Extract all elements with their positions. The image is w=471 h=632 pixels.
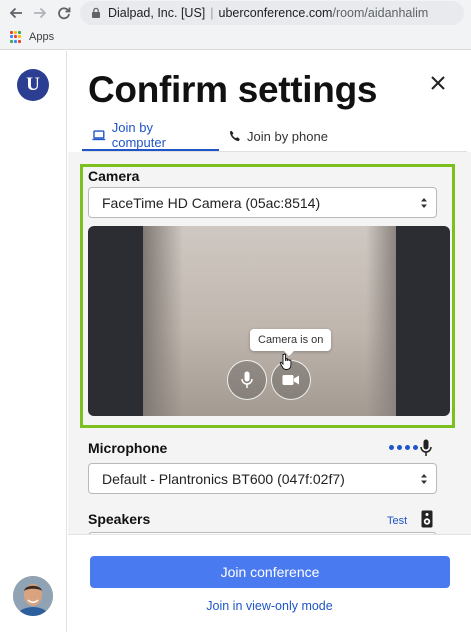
page-title: Confirm settings [88, 69, 378, 110]
apps-grid-icon [10, 31, 22, 43]
camera-section: Camera FaceTime HD Camera (05ac:8514) Ca… [80, 164, 455, 428]
url-separator: | [210, 6, 214, 20]
microphone-icon [420, 439, 432, 456]
camera-select[interactable]: FaceTime HD Camera (05ac:8514) [88, 187, 437, 218]
speakers-label: Speakers [88, 511, 151, 527]
view-only-link[interactable]: Join in view-only mode [68, 599, 471, 613]
tab-label: Join by phone [247, 128, 328, 144]
close-button[interactable] [426, 71, 450, 95]
hand-cursor-icon [279, 353, 292, 370]
mic-level-indicator [389, 445, 418, 450]
mute-microphone-button[interactable] [227, 360, 267, 400]
site-identity: Dialpad, Inc. [US] [108, 6, 206, 20]
camera-label: Camera [88, 168, 140, 184]
microphone-label: Microphone [88, 440, 168, 456]
tab-join-by-phone[interactable]: Join by phone [219, 121, 338, 151]
apps-bookmark[interactable]: Apps [29, 31, 54, 43]
uberconference-logo[interactable]: U [17, 69, 49, 101]
microphone-select[interactable]: Default - Plantronics BT600 (047f:02f7) [88, 463, 437, 494]
left-sidebar: U [0, 51, 67, 632]
browser-toolbar: Dialpad, Inc. [US] | uberconference.com /… [0, 0, 471, 50]
camera-feed [143, 226, 396, 416]
forward-arrow-icon[interactable] [30, 3, 50, 23]
back-arrow-icon[interactable] [6, 3, 26, 23]
join-method-tabs: Join by computer Join by phone [82, 120, 338, 153]
video-camera-icon [282, 375, 299, 385]
close-icon [431, 76, 445, 90]
speaker-icon [421, 510, 433, 528]
camera-select-value: FaceTime HD Camera (05ac:8514) [102, 194, 321, 211]
phone-icon [229, 130, 240, 142]
microphone-select-value: Default - Plantronics BT600 (047f:02f7) [102, 470, 345, 487]
confirm-settings-panel: Confirm settings Join by computer Join b… [68, 51, 471, 632]
url-host: uberconference.com [218, 6, 333, 20]
speaker-test-link[interactable]: Test [387, 515, 407, 527]
select-arrows-icon [421, 474, 427, 484]
tab-label: Join by computer [111, 120, 166, 150]
url-path: /room/aidanhalim [332, 6, 429, 20]
user-avatar[interactable] [13, 576, 53, 616]
address-bar[interactable]: Dialpad, Inc. [US] | uberconference.com /… [80, 1, 464, 25]
camera-tooltip: Camera is on [250, 329, 332, 356]
reload-icon[interactable] [54, 3, 74, 23]
camera-preview: Camera is on [88, 226, 450, 416]
select-arrows-icon [421, 198, 427, 208]
lock-icon [92, 7, 100, 18]
microphone-icon [241, 371, 253, 388]
bookmarks-bar: Apps [10, 28, 54, 46]
laptop-icon [92, 129, 106, 140]
tab-join-by-computer[interactable]: Join by computer [82, 120, 219, 151]
join-conference-button[interactable]: Join conference [90, 556, 450, 588]
settings-scroll-area[interactable]: Camera FaceTime HD Camera (05ac:8514) Ca… [68, 152, 471, 534]
dialog-footer: Join conference Join in view-only mode [68, 534, 471, 632]
